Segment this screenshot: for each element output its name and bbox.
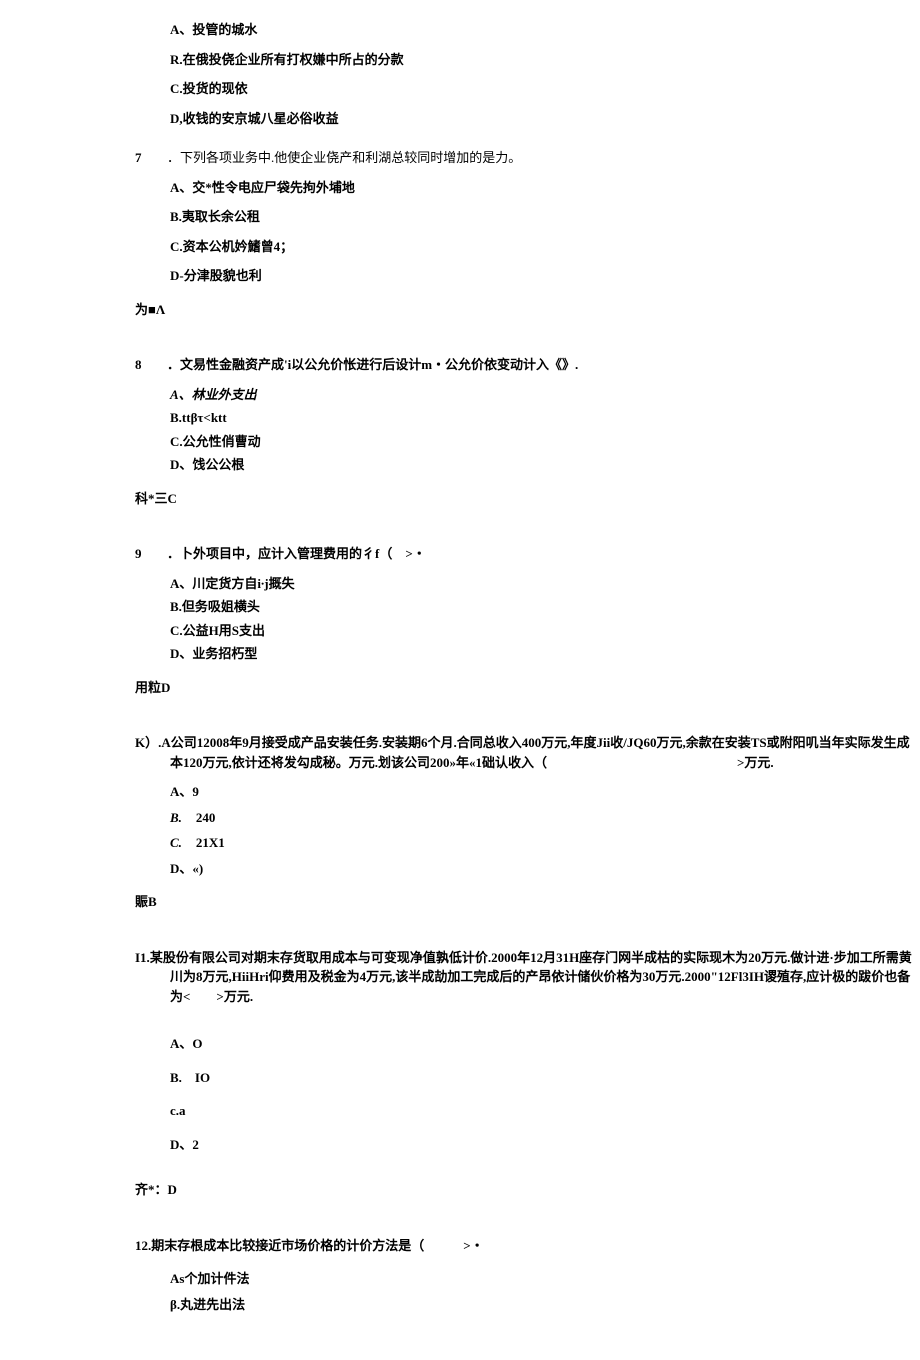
option-text: A、9 [170,784,199,799]
q8-option-b: B.ttβτ<ktt [170,408,920,428]
q9-stem: 9 ．卜外项目中，应计入管理费用的彳f（ >・ [135,544,920,564]
q7-option-c: C.资本公机妗鰭曾4； [170,237,920,257]
option-text: C.资本公机妗鰭曾4； [170,239,293,254]
option-value: 21X1 [196,835,225,850]
question-number: 7 [135,148,145,168]
option-label: C. [170,835,182,850]
stem-text: A公司12008年9月接受成产品安装任务.安装期6个月.合同总收入400万元,年… [161,735,909,770]
q7-answer: 为■Λ [135,300,920,320]
stem-text: 某股份有限公司对期末存货取用成本与可变现净值孰低计价.2000年12月31H座存… [150,950,912,1004]
q8-option-a: A、林业外支出 [170,385,920,405]
q10-stem: K）.A公司12008年9月接受成产品安装任务.安装期6个月.合同总收入400万… [135,733,920,772]
q12-option-beta: β.丸进先出法 [170,1295,920,1315]
stem-text: 期末存根成本比较接近市场价格的计价方法是（ >・ [151,1238,483,1253]
option-text: A、投管的城水 [170,22,257,37]
q9-option-b: B.但务吸姐横头 [170,597,920,617]
option-text: C.投货的现依 [170,81,248,96]
q11-answer: 齐*：D [135,1180,920,1200]
q7-option-b: B.夷取长余公租 [170,207,920,227]
q11-option-c: c.a [170,1101,920,1121]
option-text: c.a [170,1103,186,1118]
q11-option-d: D、2 [170,1135,920,1155]
q6-option-d: D,收钱的安京城八星必俗收益 [170,109,920,129]
option-text: β.丸进先出法 [170,1297,245,1312]
stem-text: ．下列各项业务中.他使企业侥产和利湖总较同时增加的是力。 [167,150,521,165]
option-text: B. IO [170,1070,210,1085]
option-text: D、业务招朽型 [170,646,257,661]
option-text: B.ttβτ<ktt [170,410,227,425]
q8-option-d: D、饯公公根 [170,455,920,475]
q9-option-a: A、川定货方自i∙j摡失 [170,574,920,594]
option-value: 240 [196,810,216,825]
q11-stem: I1.某股份有限公司对期末存货取用成本与可变现净值孰低计价.2000年12月31… [135,948,920,1007]
option-text: C.公益H用S支出 [170,623,265,638]
option-text: A、川定货方自i∙j摡失 [170,576,295,591]
option-text: D、饯公公根 [170,457,244,472]
q9-option-c: C.公益H用S支出 [170,621,920,641]
option-text: D、2 [170,1137,199,1152]
question-number: K）. [135,735,161,750]
q10-option-a: A、9 [170,782,920,802]
q7-option-d: D-分津股貌也利 [170,266,920,286]
q6-option-r: R.在俄投侥企业所有打权嫌中所占的分款 [170,50,920,70]
question-number: 12. [135,1238,151,1253]
q12-stem: 12.期末存根成本比较接近市场价格的计价方法是（ >・ [135,1236,920,1256]
question-number: 8 [135,355,145,375]
q6-option-c: C.投货的现依 [170,79,920,99]
question-number: 9 [135,544,145,564]
q7-option-a: A、交*性令电应尸袋先拘外埔地 [170,178,920,198]
q8-stem: 8 ．文易性金融资产成'i以公允价怅进行后设计m・公允价依变动计入《》. [135,355,920,375]
q12-option-as: As个加计件法 [170,1269,920,1289]
q10-answer: 賑B [135,892,920,912]
stem-tail: >万元. [737,755,774,770]
q9-option-d: D、业务招朽型 [170,644,920,664]
option-label: B. [170,810,182,825]
option-text: D-分津股貌也利 [170,268,262,283]
q11-option-b: B. IO [170,1068,920,1088]
q7-stem: 7 ．下列各项业务中.他使企业侥产和利湖总较同时增加的是力。 [135,148,920,168]
option-text: A、林业外支出 [170,387,257,402]
question-number: I1. [135,950,150,965]
q10-option-b: B. 240 [170,808,920,828]
option-text: As个加计件法 [170,1271,249,1286]
option-text: B.但务吸姐横头 [170,599,260,614]
option-text: D,收钱的安京城八星必俗收益 [170,111,339,126]
option-text: D、«) [170,861,203,876]
q10-option-d: D、«) [170,859,920,879]
option-text: A、O [170,1036,203,1051]
q11-option-a: A、O [170,1034,920,1054]
stem-text: ．文易性金融资产成'i以公允价怅进行后设计m・公允价依变动计入《》. [167,357,578,372]
q8-option-c: C.公允性俏曹动 [170,432,920,452]
option-text: R.在俄投侥企业所有打权嫌中所占的分款 [170,52,404,67]
q9-answer: 用粒D [135,678,920,698]
q6-option-a: A、投管的城水 [170,20,920,40]
option-text: B.夷取长余公租 [170,209,260,224]
stem-text: ．卜外项目中，应计入管理费用的彳f（ >・ [167,546,426,561]
option-text: C.公允性俏曹动 [170,434,261,449]
option-text: A、交*性令电应尸袋先拘外埔地 [170,180,355,195]
q10-option-c: C. 21X1 [170,833,920,853]
q8-answer: 科*三C [135,489,920,509]
